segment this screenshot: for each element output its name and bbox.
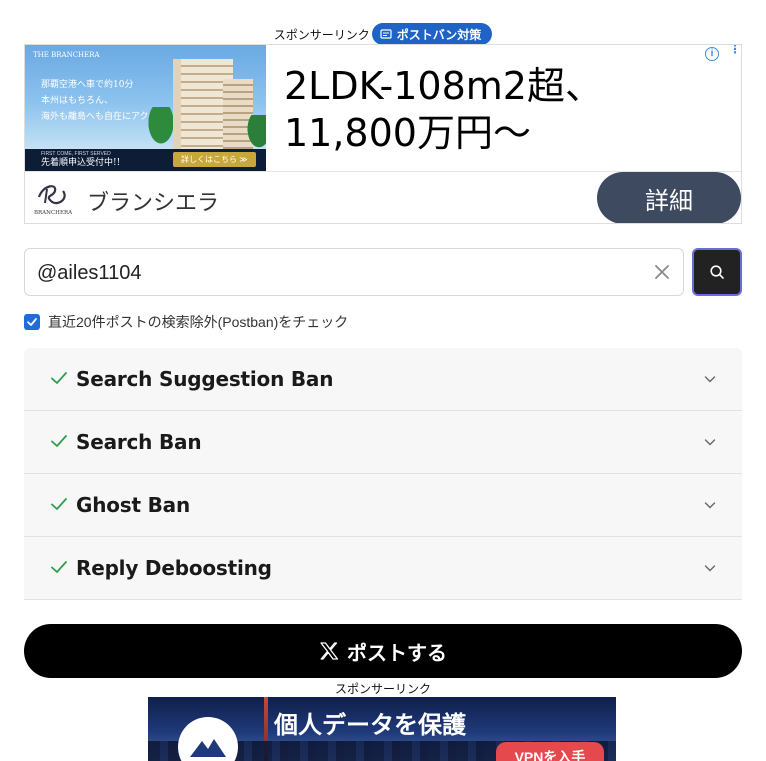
top-advertisement[interactable]: THE BRANCHERA 那覇空港へ車で約10分 本州はもちろん、 海外も離島… <box>24 44 742 224</box>
ad-image-line: 本州はもちろん、 <box>41 96 114 106</box>
page: スポンサーリンク ポストバン対策 THE BRANCHERA 那覇空港へ車で約1… <box>0 0 766 761</box>
ad-info-icon[interactable]: i <box>705 47 719 61</box>
postban-option[interactable]: 直近20件ポストの検索除外(Postban)をチェック <box>24 312 348 332</box>
result-label: Ghost Ban <box>76 493 191 517</box>
ad-advertiser-name[interactable]: ブランシエラ <box>87 185 219 217</box>
check-icon <box>51 498 67 510</box>
ad-image-brand: THE BRANCHERA <box>33 51 100 59</box>
postban-label[interactable]: 直近20件ポストの検索除外(Postban)をチェック <box>48 312 348 332</box>
ad-first-come: 先着順申込受付中!! <box>41 158 121 168</box>
vpn-logo <box>178 717 238 761</box>
result-label: Reply Deboosting <box>76 556 272 580</box>
result-item-search-suggestion-ban[interactable]: Search Suggestion Ban <box>24 348 742 411</box>
close-icon <box>655 265 669 279</box>
chevron-down-icon <box>704 565 716 572</box>
ad-image-detail-link[interactable]: 詳しくはこちら ≫ <box>173 152 256 167</box>
svg-text:BRANCHERA: BRANCHERA <box>34 210 73 216</box>
result-label: Search Ban <box>76 430 202 454</box>
post-to-x-button[interactable]: ポストする <box>24 624 742 678</box>
ad-bottom-headline: 個人データを保護 <box>274 711 466 739</box>
check-icon <box>51 561 67 573</box>
sponsor-header: スポンサーリンク ポストバン対策 <box>0 22 766 46</box>
sponsor-label: スポンサーリンク <box>273 27 370 42</box>
search-bar <box>24 248 742 296</box>
chevron-down-icon <box>704 376 716 383</box>
chevron-down-icon <box>704 439 716 446</box>
ad-image[interactable]: THE BRANCHERA 那覇空港へ車で約10分 本州はもちろん、 海外も離島… <box>25 45 266 171</box>
result-label: Search Suggestion Ban <box>76 367 334 391</box>
badge-label: ポストバン対策 <box>396 27 482 42</box>
clear-button[interactable] <box>651 261 673 283</box>
result-item-reply-deboosting[interactable]: Reply Deboosting <box>24 537 742 600</box>
checkmark-icon <box>27 318 37 326</box>
result-item-ghost-ban[interactable]: Ghost Ban <box>24 474 742 537</box>
advertiser-logo: BRANCHERA <box>34 185 73 216</box>
search-button[interactable] <box>692 248 742 296</box>
check-icon <box>51 435 67 447</box>
x-logo-icon <box>320 642 339 660</box>
result-item-search-ban[interactable]: Search Ban <box>24 411 742 474</box>
vpn-cta-button[interactable]: VPNを入手 <box>496 742 604 761</box>
ad-detail-button[interactable]: 詳細 <box>597 172 741 223</box>
search-input-container <box>24 248 684 296</box>
check-icon <box>51 372 67 384</box>
bottom-advertisement[interactable]: 個人データを保護 VPNを入手 <box>148 697 616 761</box>
ad-image-line: 那覇空港へ車で約10分 <box>41 80 134 90</box>
ad-icon <box>380 29 392 39</box>
search-icon <box>710 265 724 279</box>
ban-results-accordion: Search Suggestion Ban Search Ban Ghost B… <box>24 348 742 600</box>
postban-badge-link[interactable]: ポストバン対策 <box>371 23 493 45</box>
ad-menu-icon[interactable]: ⋮ <box>729 45 741 55</box>
ad-headline[interactable]: 2LDK-108m2超、11,800万円〜 <box>284 63 704 157</box>
post-button-label: ポストする <box>347 642 447 665</box>
search-input[interactable] <box>37 259 637 287</box>
sponsor-label-bottom: スポンサーリンク <box>334 682 431 696</box>
chevron-down-icon <box>704 502 716 509</box>
postban-checkbox[interactable] <box>24 314 40 330</box>
